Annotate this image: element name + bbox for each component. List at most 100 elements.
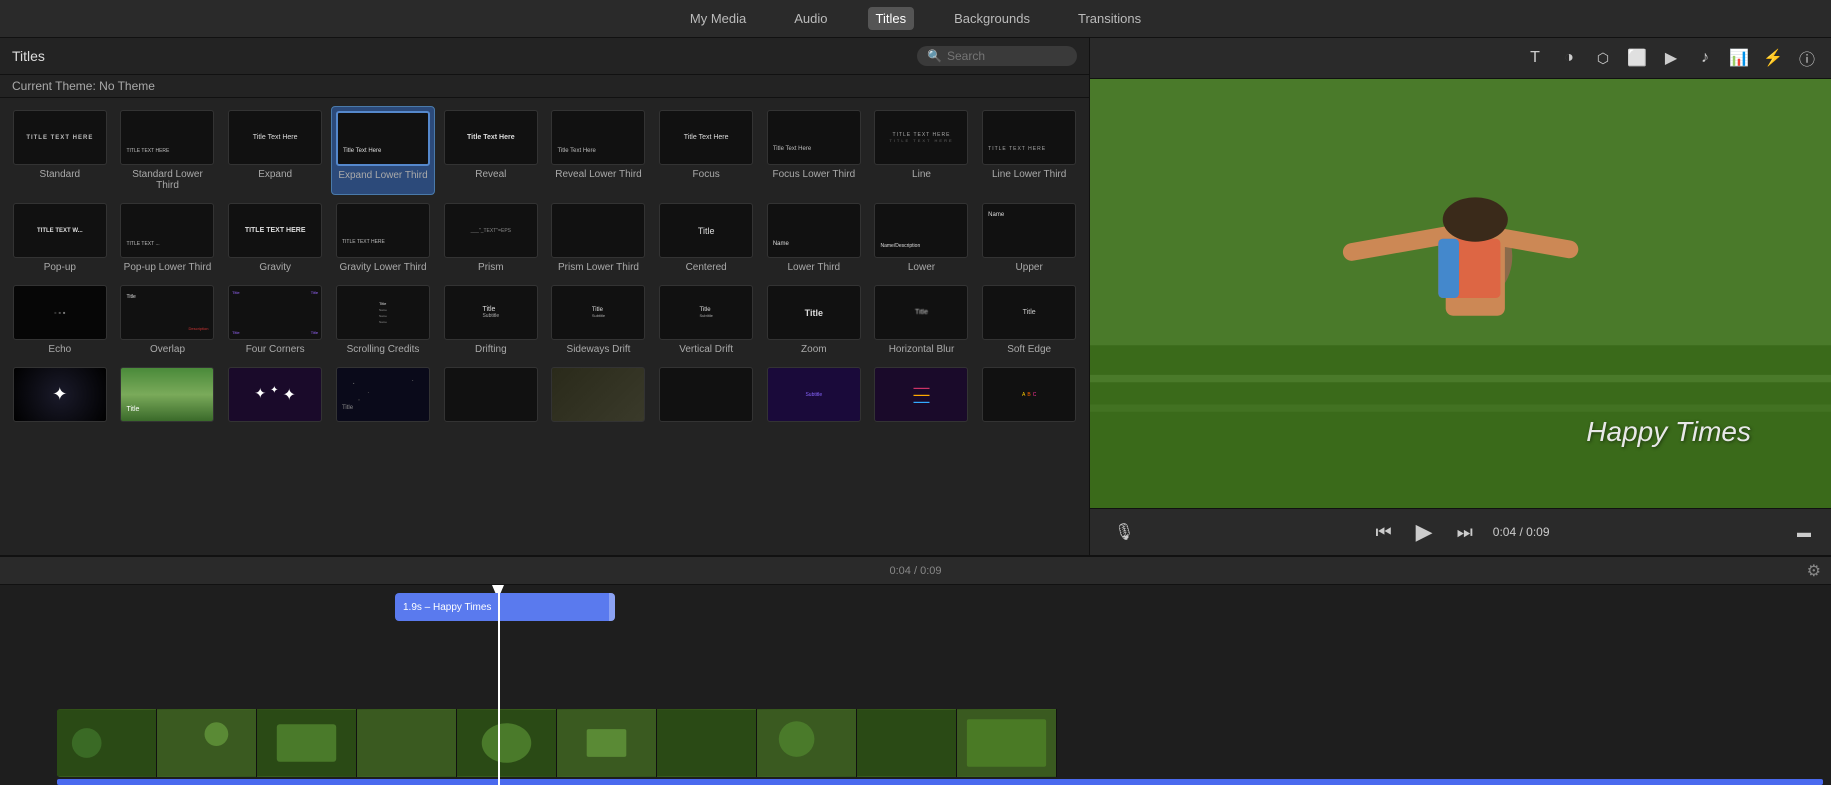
timeline-header: 0:04 / 0:09 ⚙ xyxy=(0,557,1831,585)
title-item-multi-color[interactable]: A B C xyxy=(977,363,1081,430)
title-label-scrolling-credits: Scrolling Credits xyxy=(347,344,420,355)
title-clip-label: 1.9s – Happy Times xyxy=(403,602,491,613)
nav-my-media[interactable]: My Media xyxy=(682,7,754,30)
title-item-scrolling-credits[interactable]: Title Name Name Name Scrolling Credits xyxy=(331,281,435,359)
nav-backgrounds[interactable]: Backgrounds xyxy=(946,7,1038,30)
title-label-gravity: Gravity xyxy=(259,262,291,273)
title-item-focus[interactable]: Title Text Here Focus xyxy=(654,106,758,195)
preview-panel: T ◑ ⬡ ⬜ ▶ ♪ 📊 ⚡ ⓘ xyxy=(1090,38,1831,555)
title-clip[interactable]: 1.9s – Happy Times xyxy=(395,593,615,621)
title-item-gravity-lower-third[interactable]: TITLE TEXT HERE Gravity Lower Third xyxy=(331,199,435,277)
title-item-prism[interactable]: ___"_TEXT"=EPS Prism xyxy=(439,199,543,277)
title-item-nature[interactable]: Title xyxy=(116,363,220,430)
video-frame-8 xyxy=(757,709,857,777)
mic-button[interactable]: 🎙 xyxy=(1110,518,1138,546)
title-thumb-centered: Title xyxy=(659,203,753,258)
title-label-line-lower-third: Line Lower Third xyxy=(992,169,1066,180)
video-frame-7 xyxy=(657,709,757,777)
title-label-reveal-lower-third: Reveal Lower Third xyxy=(555,169,642,180)
audio-eq-icon[interactable]: ♪ xyxy=(1691,44,1719,72)
title-item-reveal[interactable]: Title Text Here Reveal xyxy=(439,106,543,195)
title-item-reveal-lower-third[interactable]: Title Text Here Reveal Lower Third xyxy=(547,106,651,195)
nav-audio[interactable]: Audio xyxy=(786,7,835,30)
panel-header: Titles 🔍 xyxy=(0,38,1089,75)
current-time: 0:04 xyxy=(1493,525,1516,539)
time-current-display: 0:04 xyxy=(889,565,910,577)
titles-grid-container[interactable]: TITLE TEXT HERE Standard TITLE TEXT HERE… xyxy=(0,98,1089,555)
title-label-overlap: Overlap xyxy=(150,344,185,355)
volume-slider[interactable]: ▬ xyxy=(1797,524,1811,540)
title-item-vertical-drift[interactable]: Title Subtitle Vertical Drift xyxy=(654,281,758,359)
title-item-centered[interactable]: Title Centered xyxy=(654,199,758,277)
text-format-icon[interactable]: T xyxy=(1521,44,1549,72)
title-thumb-blank xyxy=(659,367,753,422)
nav-transitions[interactable]: Transitions xyxy=(1070,7,1149,30)
total-time: 0:09 xyxy=(1526,525,1549,539)
video-track-selection-bar xyxy=(57,779,1823,785)
title-item-horizontal-blur[interactable]: Title Horizontal Blur xyxy=(870,281,974,359)
title-item-lower[interactable]: Name/Description Lower xyxy=(870,199,974,277)
titles-browser-panel: Titles 🔍 Current Theme: No Theme TITLE T… xyxy=(0,38,1090,555)
title-item-star[interactable]: ✦ xyxy=(8,363,112,430)
title-item-colorful[interactable]: ▬▬▬▬ ▬▬▬▬ ▬▬▬▬ xyxy=(870,363,974,430)
title-item-focus-lower-third[interactable]: Title Text Here Focus Lower Third xyxy=(762,106,866,195)
title-item-expand-lower-third[interactable]: Title Text Here Expand Lower Third xyxy=(331,106,435,195)
title-item-prism-lower-third[interactable]: Prism Lower Third xyxy=(547,199,651,277)
chart-icon[interactable]: 📊 xyxy=(1725,44,1753,72)
forward-button[interactable]: ⏭ xyxy=(1453,518,1477,547)
video-frame-1 xyxy=(57,709,157,777)
title-item-four-corners[interactable]: Title Title Title Title Four Corners xyxy=(223,281,327,359)
camera-video-icon[interactable]: ▶ xyxy=(1657,44,1685,72)
nav-titles[interactable]: Titles xyxy=(868,7,915,30)
title-thumb-horizontal-blur: Title xyxy=(874,285,968,340)
color-wheel-icon[interactable]: ◑ xyxy=(1555,44,1583,72)
crop-icon[interactable]: ⬜ xyxy=(1623,44,1651,72)
timeline-timecode: 0:04 / 0:09 xyxy=(8,565,1823,577)
playback-controls: 🎙 ⏮ ▶ ⏭ 0:04 / 0:09 ▬ xyxy=(1100,515,1821,549)
video-preview: Happy Times xyxy=(1090,79,1831,508)
title-label-focus: Focus xyxy=(693,169,720,180)
title-item-popup-lower-third[interactable]: TITLE TEXT ... Pop-up Lower Third xyxy=(116,199,220,277)
title-item-sparkle[interactable]: ✦ ✦ ✦ xyxy=(223,363,327,430)
speed-icon[interactable]: ⚡ xyxy=(1759,44,1787,72)
title-item-texture[interactable] xyxy=(547,363,651,430)
info-icon[interactable]: ⓘ xyxy=(1793,44,1821,72)
palette-icon[interactable]: ⬡ xyxy=(1589,44,1617,72)
title-item-grunge[interactable] xyxy=(439,363,543,430)
title-item-upper[interactable]: Name Upper xyxy=(977,199,1081,277)
title-item-standard-lower-third[interactable]: TITLE TEXT HERE Standard Lower Third xyxy=(116,106,220,195)
title-item-zoom[interactable]: Title Zoom xyxy=(762,281,866,359)
title-item-blue-bubble[interactable]: Subtitle xyxy=(762,363,866,430)
title-thumb-particles: · · · · Title xyxy=(336,367,430,422)
titles-grid: TITLE TEXT HERE Standard TITLE TEXT HERE… xyxy=(8,106,1081,430)
toolbar: T ◑ ⬡ ⬜ ▶ ♪ 📊 ⚡ ⓘ xyxy=(1090,38,1831,79)
title-clip-right-handle[interactable] xyxy=(609,593,615,621)
title-item-sideways-drift[interactable]: Title Subtitle Sideways Drift xyxy=(547,281,651,359)
title-item-echo[interactable]: ■ ■ ■ Echo xyxy=(8,281,112,359)
time-total-display: 0:09 xyxy=(920,565,941,577)
title-item-particles[interactable]: · · · · Title xyxy=(331,363,435,430)
title-thumb-popup-lower-third: TITLE TEXT ... xyxy=(120,203,214,258)
search-input[interactable] xyxy=(947,49,1067,63)
title-item-blank[interactable] xyxy=(654,363,758,430)
title-item-lower-third[interactable]: Name Lower Third xyxy=(762,199,866,277)
title-item-standard[interactable]: TITLE TEXT HERE Standard xyxy=(8,106,112,195)
main-area: Titles 🔍 Current Theme: No Theme TITLE T… xyxy=(0,38,1831,555)
title-item-gravity[interactable]: TITLE TEXT HERE Gravity xyxy=(223,199,327,277)
title-thumb-gravity: TITLE TEXT HERE xyxy=(228,203,322,258)
title-item-overlap[interactable]: Title Description Overlap xyxy=(116,281,220,359)
rewind-button[interactable]: ⏮ xyxy=(1371,518,1395,547)
title-item-line-lower-third[interactable]: TITLE TEXT HERE Line Lower Third xyxy=(977,106,1081,195)
settings-icon[interactable]: ⚙ xyxy=(1807,563,1821,580)
title-item-soft-edge[interactable]: Title Soft Edge xyxy=(977,281,1081,359)
title-thumb-zoom: Title xyxy=(767,285,861,340)
title-thumb-colorful: ▬▬▬▬ ▬▬▬▬ ▬▬▬▬ xyxy=(874,367,968,422)
search-box[interactable]: 🔍 xyxy=(917,46,1077,66)
title-label-four-corners: Four Corners xyxy=(246,344,305,355)
title-item-expand[interactable]: Title Text Here Expand xyxy=(223,106,327,195)
playhead xyxy=(498,585,500,785)
play-pause-button[interactable]: ▶ xyxy=(1412,515,1437,549)
title-item-line[interactable]: TITLE TEXT HERE TITLE TEXT HERE Line xyxy=(870,106,974,195)
title-item-popup[interactable]: TITLE TEXT W... Pop-up xyxy=(8,199,112,277)
title-item-drifting[interactable]: Title Subtitle Drifting xyxy=(439,281,543,359)
